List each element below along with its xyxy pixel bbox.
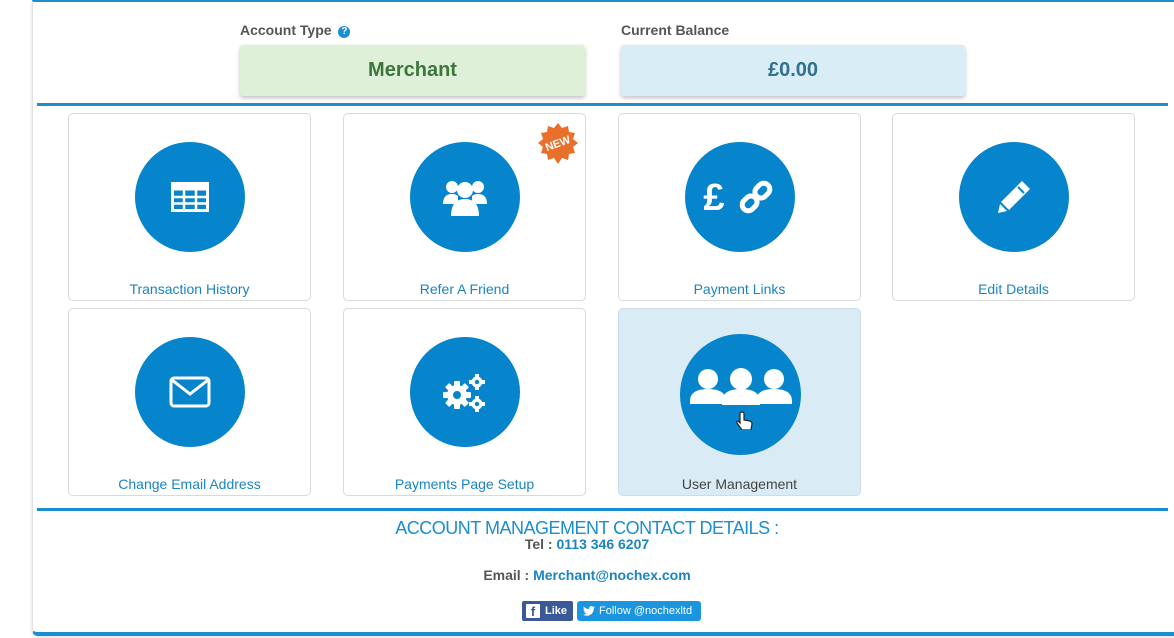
divider xyxy=(37,103,1168,106)
new-badge-icon: NEW xyxy=(537,123,579,165)
tile-label: Refer A Friend xyxy=(419,281,510,297)
facebook-icon: f xyxy=(526,604,540,619)
tile-label: User Management xyxy=(681,476,798,492)
table-icon xyxy=(135,142,245,252)
tile-user-management[interactable]: User Management xyxy=(618,308,861,496)
tile-label: Transaction History xyxy=(129,281,250,297)
twitter-follow-button[interactable]: Follow @nochexltd xyxy=(577,601,701,621)
facebook-like-label: Like xyxy=(545,605,568,617)
current-balance-box: £0.00 xyxy=(621,45,965,96)
tile-label: Payment Links xyxy=(693,281,786,297)
tile-change-email-address[interactable]: Change Email Address xyxy=(68,308,311,496)
tile-payments-page-setup[interactable]: Payments Page Setup xyxy=(343,308,586,496)
account-type-label: Account Type xyxy=(240,22,332,38)
twitter-icon xyxy=(583,606,595,616)
email-label: Email : xyxy=(483,567,530,583)
gears-icon xyxy=(410,337,520,447)
account-type-box: Merchant xyxy=(240,45,585,96)
envelope-icon xyxy=(135,337,245,447)
tile-edit-details[interactable]: Edit Details xyxy=(892,113,1135,301)
facebook-like-button[interactable]: f Like xyxy=(522,601,573,621)
users-icon xyxy=(680,334,801,455)
help-icon[interactable]: ? xyxy=(338,26,351,38)
tile-refer-a-friend[interactable]: NEW Refer A Friend xyxy=(343,113,586,301)
account-type-value: Merchant xyxy=(368,59,457,81)
account-type-heading: Account Type ? xyxy=(240,22,351,38)
twitter-follow-label: Follow @nochexltd xyxy=(599,605,693,617)
svg-text:£: £ xyxy=(703,177,724,217)
tel-value[interactable]: 0113 346 6207 xyxy=(556,536,649,552)
current-balance-label: Current Balance xyxy=(621,22,730,38)
tile-transaction-history[interactable]: Transaction History xyxy=(68,113,311,301)
pound-link-icon: £ xyxy=(685,142,795,252)
tile-label: Edit Details xyxy=(978,281,1049,297)
pencil-icon xyxy=(959,142,1069,252)
hand-cursor-icon xyxy=(735,410,753,430)
tel-label: Tel : xyxy=(524,536,553,552)
contact-tel: Tel : 0113 346 6207 xyxy=(0,536,1174,552)
group-icon xyxy=(410,142,520,252)
tile-payment-links[interactable]: £ Payment Links xyxy=(618,113,861,301)
contact-email: Email : Merchant@nochex.com xyxy=(0,567,1174,583)
tile-label: Payments Page Setup xyxy=(394,476,535,492)
divider xyxy=(37,508,1168,511)
email-link[interactable]: Merchant@nochex.com xyxy=(533,567,691,583)
tile-label: Change Email Address xyxy=(118,476,261,492)
current-balance-value: £0.00 xyxy=(767,59,819,81)
